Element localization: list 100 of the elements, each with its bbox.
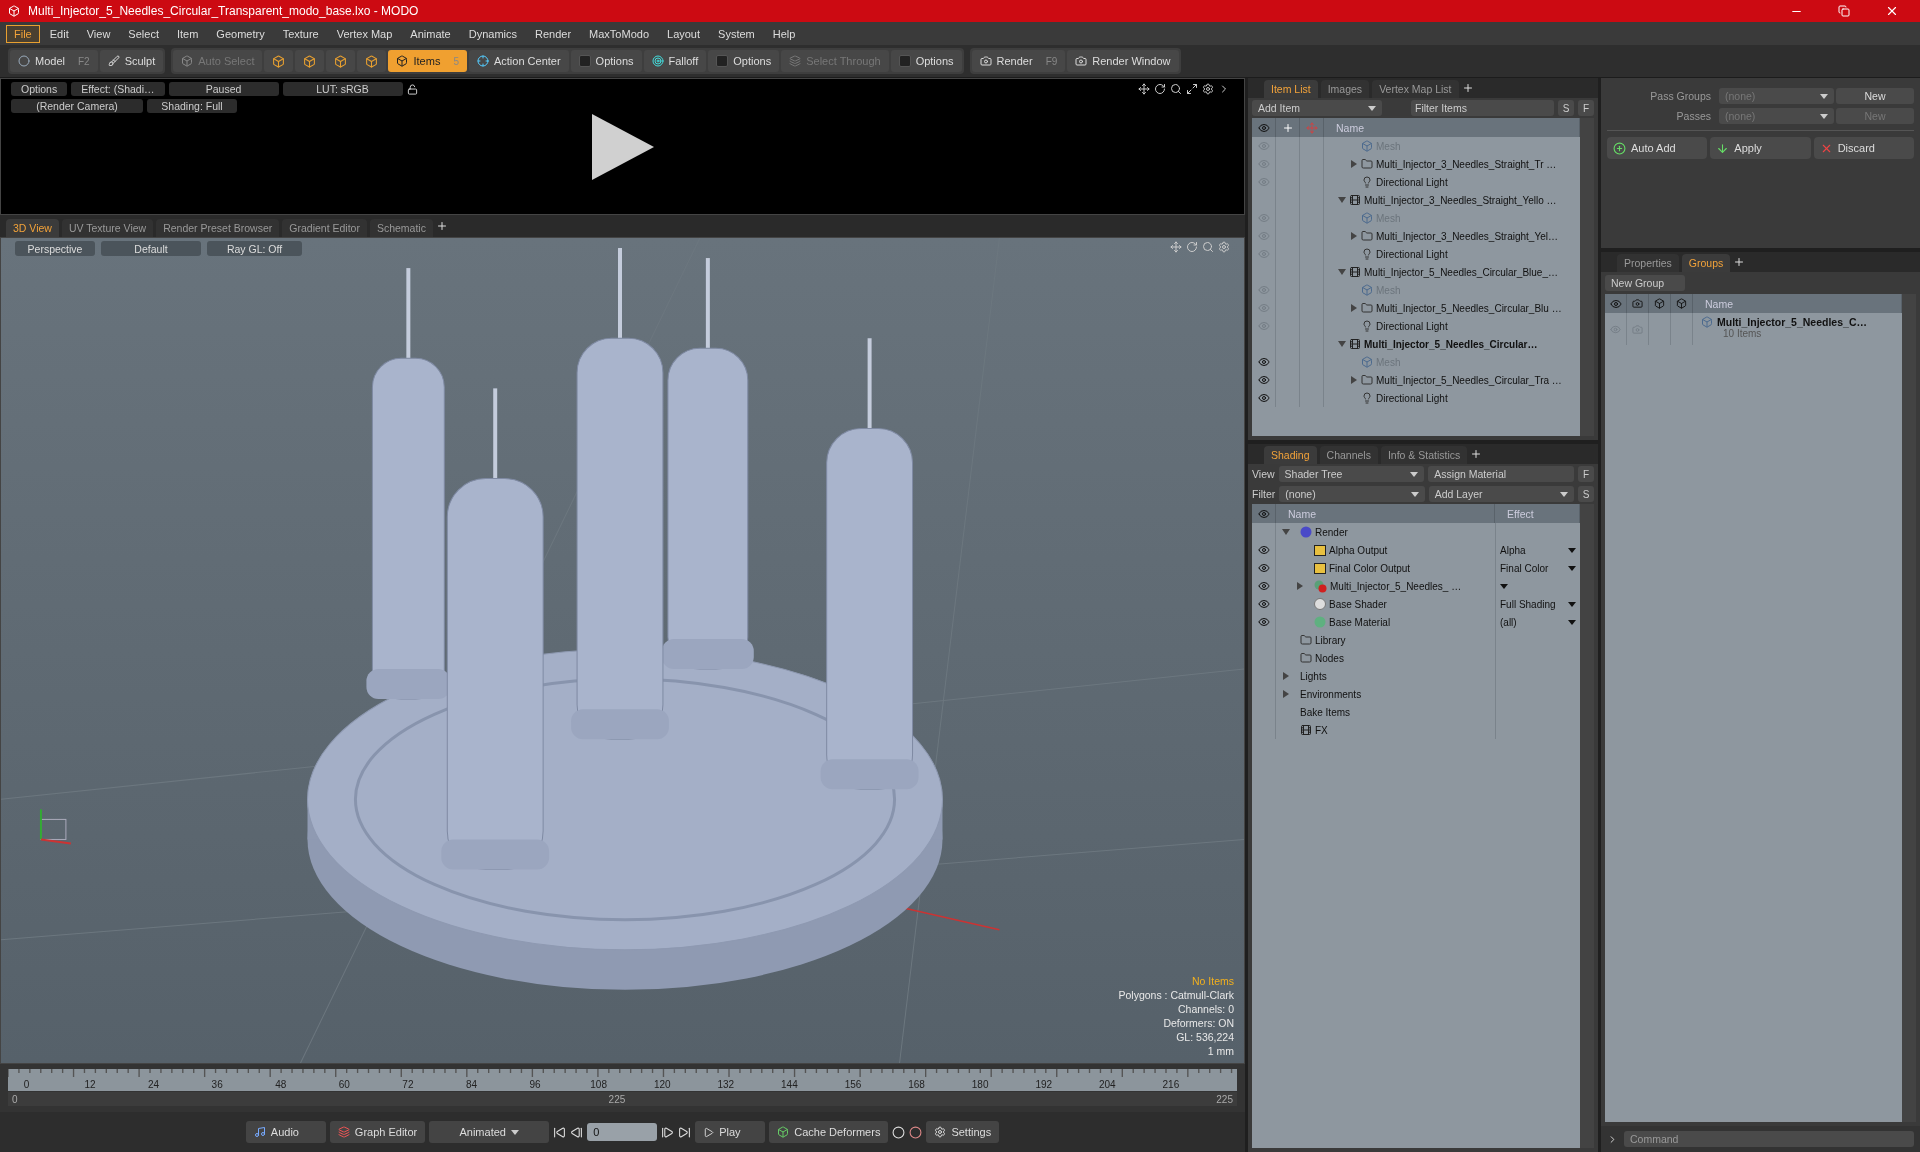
item-row[interactable]: Multi_Injector_5_Needles_Circular…: [1252, 335, 1580, 353]
rotate-icon[interactable]: [1154, 83, 1166, 95]
expand-arrow-icon[interactable]: [1296, 582, 1304, 590]
preview-option-button[interactable]: Paused: [168, 82, 279, 96]
viewport-tab[interactable]: 3D View: [6, 219, 59, 237]
menu-item[interactable]: Select: [120, 24, 167, 43]
panel-tab[interactable]: Info & Statistics: [1380, 446, 1468, 464]
effect-caret-icon[interactable]: [1568, 565, 1576, 571]
menu-item[interactable]: Layout: [659, 24, 709, 43]
menu-item[interactable]: Dynamics: [460, 24, 525, 43]
menu-item[interactable]: Vertex Map: [328, 24, 401, 43]
shader-row[interactable]: Final Color Output Final Color: [1252, 559, 1580, 577]
panel-tab[interactable]: Groups: [1681, 254, 1731, 272]
cube-tool-button[interactable]: [295, 50, 325, 72]
expand-arrow-icon[interactable]: [1282, 528, 1290, 536]
cube-tool-button[interactable]: [357, 50, 387, 72]
options-toggle-button[interactable]: Options: [570, 50, 642, 72]
new-pass-button[interactable]: New: [1836, 88, 1914, 104]
item-row[interactable]: Directional Light: [1252, 173, 1580, 191]
effect-caret-icon[interactable]: [1568, 547, 1576, 553]
expand-arrow-icon[interactable]: [1282, 690, 1290, 698]
shader-row[interactable]: Multi_Injector_5_Needles_ …: [1252, 577, 1580, 595]
add-tab-icon[interactable]: [1733, 256, 1746, 268]
item-row[interactable]: Multi_Injector_3_Needles_Straight_Yel…: [1252, 227, 1580, 245]
viewport-tab[interactable]: UV Texture View: [61, 219, 154, 237]
visibility-eye-icon[interactable]: [1257, 544, 1270, 556]
s-button[interactable]: S: [1578, 486, 1594, 502]
panel-tab[interactable]: Images: [1320, 80, 1370, 98]
shader-row[interactable]: Alpha Output Alpha: [1252, 541, 1580, 559]
menu-item[interactable]: Item: [168, 24, 207, 43]
toolbar-button[interactable]: Render Window: [1067, 50, 1179, 72]
expand-arrow-icon[interactable]: [1350, 376, 1358, 384]
expand-arrow-icon[interactable]: [1338, 268, 1346, 276]
restore-icon[interactable]: [1838, 5, 1850, 17]
menu-item[interactable]: Edit: [41, 24, 77, 43]
visibility-eye-icon[interactable]: [1257, 598, 1270, 610]
frame-field[interactable]: 0: [587, 1123, 658, 1141]
pass-action-button[interactable]: Discard: [1813, 137, 1914, 159]
toolbar-button[interactable]: Render F9: [971, 50, 1066, 72]
shader-row[interactable]: Base Material (all): [1252, 613, 1580, 631]
cache-deformers-button[interactable]: Cache Deformers: [769, 1121, 889, 1143]
command-field[interactable]: Command: [1624, 1131, 1914, 1147]
menu-item[interactable]: Animate: [402, 24, 459, 43]
preview-option-button[interactable]: (Render Camera): [11, 99, 143, 113]
move-icon[interactable]: [1138, 83, 1150, 95]
toolbar-button[interactable]: Sculpt: [99, 50, 164, 72]
cube-tool-button[interactable]: [326, 50, 356, 72]
panel-tab[interactable]: Properties: [1617, 254, 1679, 272]
item-row[interactable]: Directional Light: [1252, 389, 1580, 407]
item-row[interactable]: Multi_Injector_3_Needles_Straight_Yello …: [1252, 191, 1580, 209]
assign-material-button[interactable]: Assign Material: [1428, 466, 1574, 482]
expand-arrow-icon[interactable]: [1350, 160, 1358, 168]
item-row[interactable]: Multi_Injector_5_Needles_Circular_Tra …: [1252, 371, 1580, 389]
expand-arrow-icon[interactable]: [1338, 340, 1346, 348]
panel-tab[interactable]: Item List: [1264, 80, 1318, 98]
s-button[interactable]: S: [1558, 100, 1574, 116]
menu-item[interactable]: System: [710, 24, 763, 43]
panel-tab[interactable]: Channels: [1319, 446, 1378, 464]
viewport-option-button[interactable]: Default: [101, 241, 201, 256]
previous-frame-icon[interactable]: [570, 1125, 584, 1139]
expand-arrow-icon[interactable]: [1350, 304, 1358, 312]
shader-row[interactable]: Library: [1252, 631, 1580, 649]
visibility-eye-icon[interactable]: [1257, 562, 1270, 574]
play-icon[interactable]: [589, 113, 656, 180]
item-row[interactable]: Directional Light: [1252, 317, 1580, 335]
toolbar-button[interactable]: Model F2: [10, 50, 98, 72]
first-frame-icon[interactable]: [553, 1125, 567, 1139]
shader-row[interactable]: Lights: [1252, 667, 1580, 685]
expand-arrow-icon[interactable]: [1350, 232, 1358, 240]
toolbar-button[interactable]: Action Center: [468, 50, 569, 72]
item-row[interactable]: Multi_Injector_5_Needles_Circular_Blue_…: [1252, 263, 1580, 281]
record-icon[interactable]: [909, 1125, 923, 1139]
preview-option-button[interactable]: Effect: (Shadi…: [71, 82, 165, 96]
settings-button[interactable]: Settings: [926, 1121, 1000, 1143]
search-icon[interactable]: [1170, 83, 1182, 95]
shader-row[interactable]: FX: [1252, 721, 1580, 739]
item-row[interactable]: Multi_Injector_5_Needles_Circular_Blu …: [1252, 299, 1580, 317]
item-row[interactable]: Multi_Injector_3_Needles_Straight_Tr …: [1252, 155, 1580, 173]
viewport-option-button[interactable]: Ray GL: Off: [207, 241, 302, 256]
visibility-eye-icon[interactable]: [1257, 580, 1270, 592]
range-bar[interactable]: 0 225 225: [8, 1092, 1237, 1106]
preview-option-button[interactable]: Shading: Full: [147, 99, 237, 113]
expand-arrow-icon[interactable]: [1338, 196, 1346, 204]
add-item-dropdown[interactable]: Add Item: [1252, 100, 1383, 116]
shader-row[interactable]: Nodes: [1252, 649, 1580, 667]
menu-item[interactable]: MaxToModo: [581, 24, 657, 43]
panel-tab[interactable]: Vertex Map List: [1372, 80, 1459, 98]
effect-caret-icon[interactable]: [1500, 583, 1508, 589]
add-tab-icon[interactable]: [1470, 448, 1483, 460]
filter-dropdown[interactable]: (none): [1279, 486, 1425, 502]
toolbar-button[interactable]: Items 5: [388, 50, 467, 72]
visibility-eye-icon[interactable]: [1257, 392, 1270, 404]
add-tab-icon[interactable]: [435, 220, 448, 232]
play-button[interactable]: Play: [695, 1121, 766, 1143]
audio-button[interactable]: Audio: [245, 1121, 326, 1143]
mode-dropdown[interactable]: Animated: [429, 1121, 550, 1143]
options-toggle-button[interactable]: Options: [708, 50, 780, 72]
shader-row[interactable]: Environments: [1252, 685, 1580, 703]
viewport-tab[interactable]: Gradient Editor: [282, 219, 367, 237]
menu-item[interactable]: Geometry: [208, 24, 273, 43]
